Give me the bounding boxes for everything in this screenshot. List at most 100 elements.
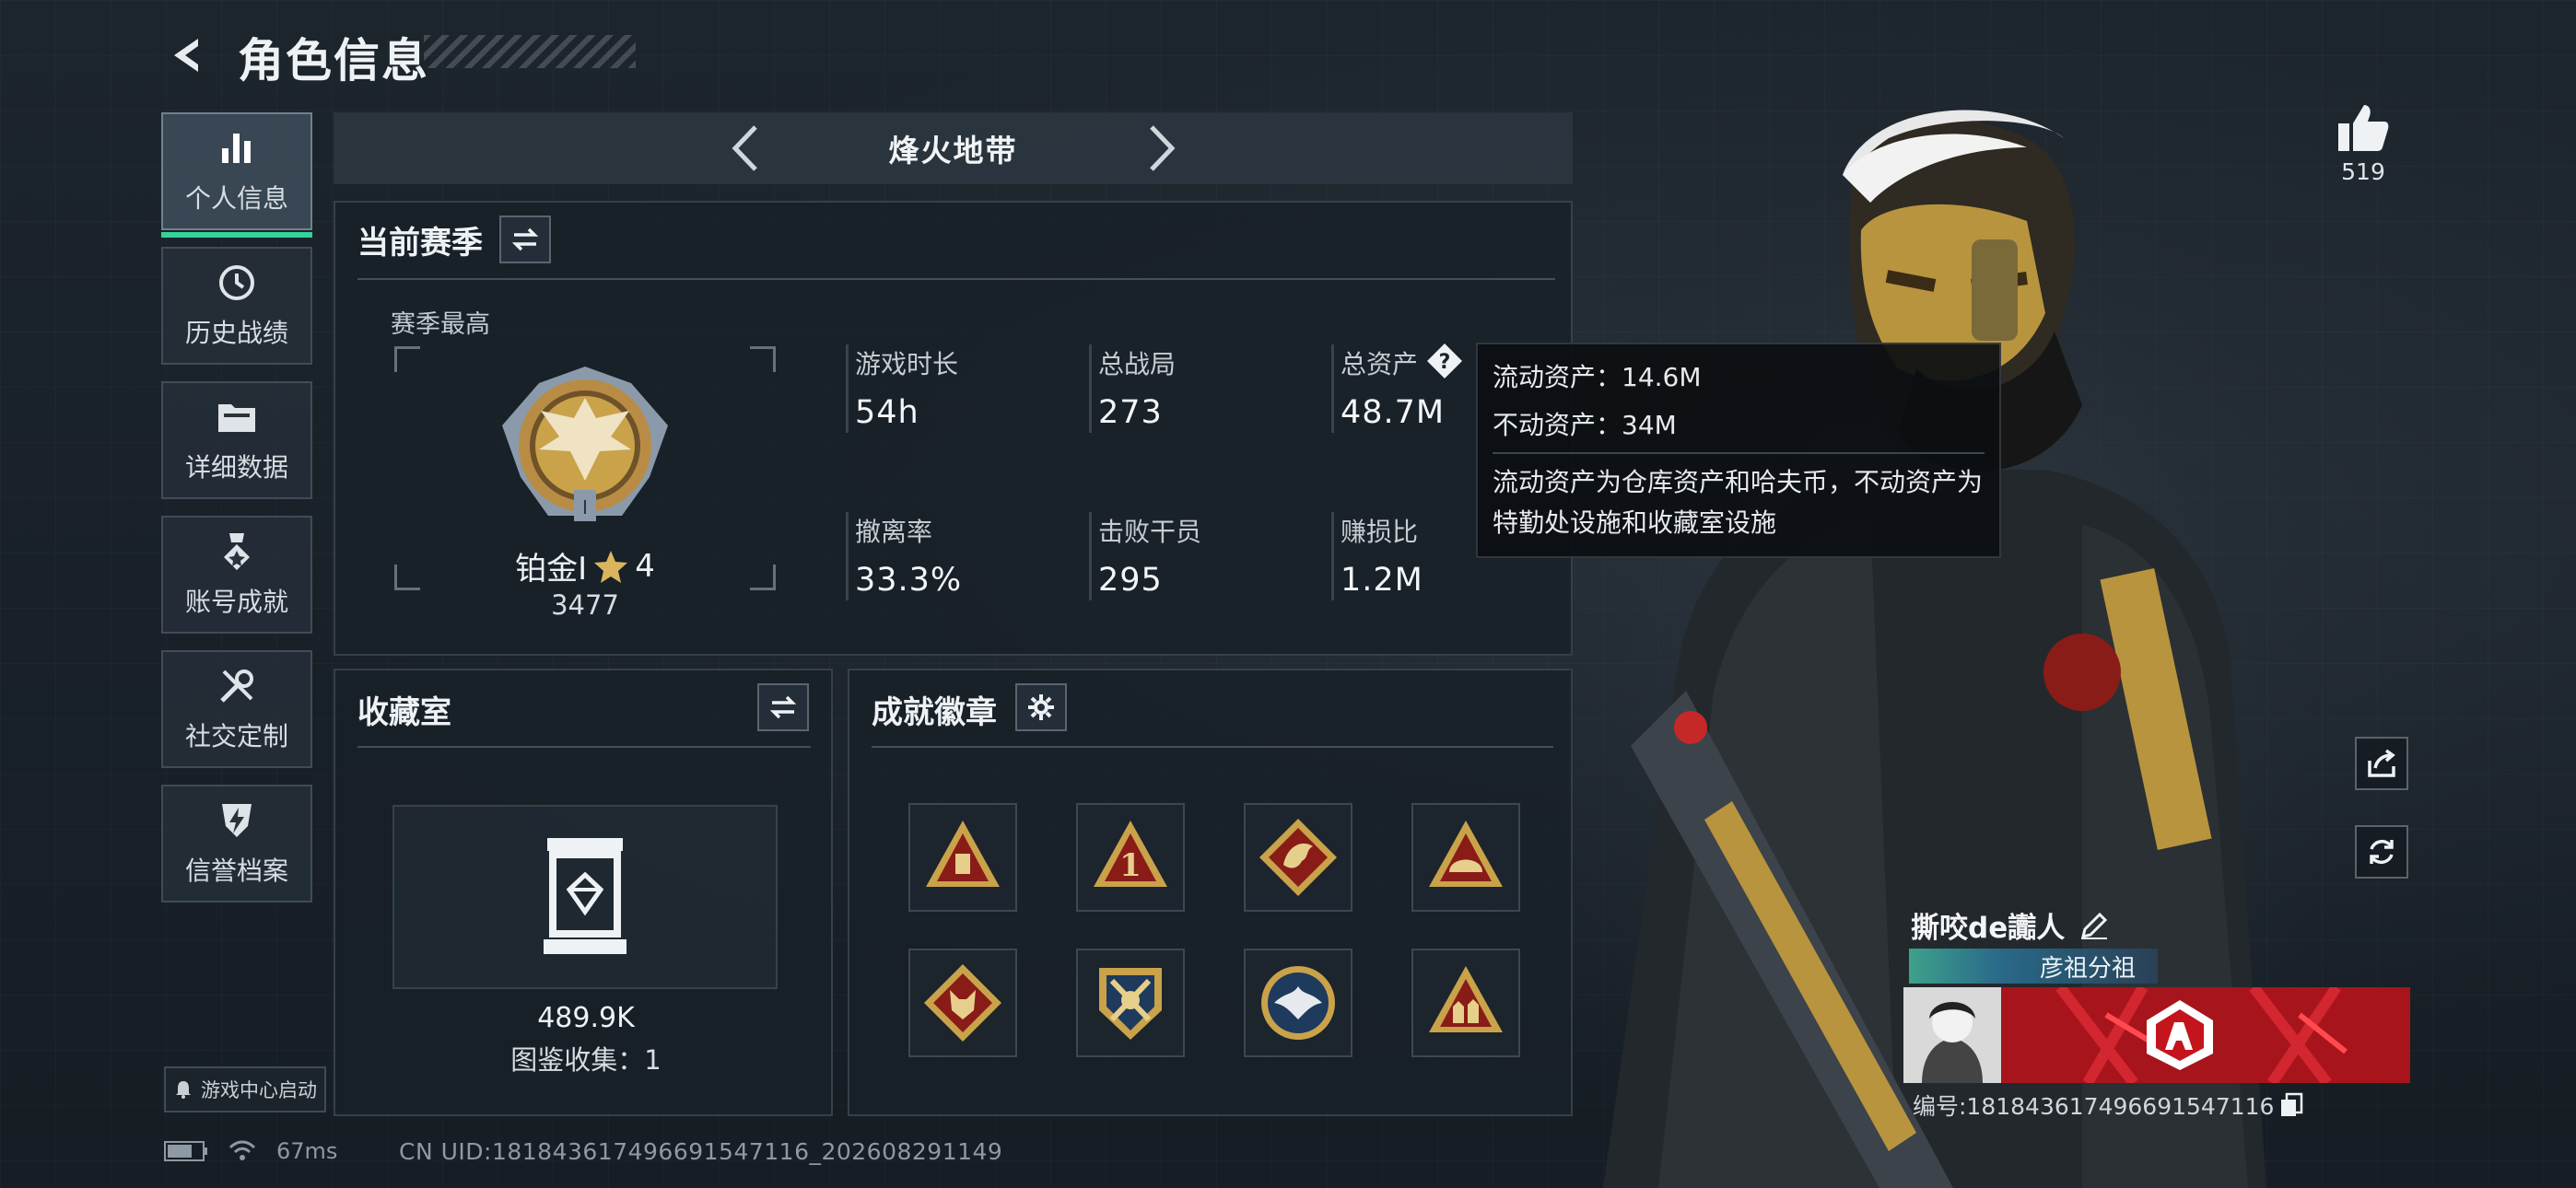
battery-icon: [164, 1141, 207, 1161]
badges-title: 成就徽章: [872, 694, 997, 731]
badge-slot-8[interactable]: [1411, 949, 1520, 1057]
clan-tag: 彦祖分祖: [1909, 949, 2158, 984]
chevron-right-icon: [1150, 125, 1176, 171]
badge-slot-4[interactable]: [1411, 803, 1520, 912]
svg-text:?: ?: [1439, 351, 1451, 374]
tooltip-divider: [1493, 452, 1985, 454]
gear-icon: [1028, 694, 1054, 720]
mode-name: 烽火地带: [888, 133, 1018, 169]
tooltip-liquid-assets: 流动资产：14.6M: [1493, 362, 1702, 392]
svg-text:1: 1: [1119, 847, 1142, 884]
collection-value: 489.9K: [537, 1002, 635, 1034]
mode-prev-button[interactable]: [720, 123, 770, 173]
asset-tooltip: 流动资产：14.6M 不动资产：34M 流动资产为仓库资产和哈夫币，不动资产为特…: [1476, 343, 2001, 558]
star-icon: [594, 550, 628, 583]
sidebar-item-social-custom[interactable]: 社交定制: [161, 650, 312, 768]
folder-icon: [216, 396, 258, 438]
platinum-rank-emblem-icon: I: [502, 367, 668, 521]
badge-slot-7[interactable]: [1244, 949, 1352, 1057]
player-id: 编号:181843617496691547116: [1913, 1093, 2275, 1120]
tooltip-description: 流动资产为仓库资产和哈夫币，不动资产为特勤处设施和收藏室设施: [1493, 467, 1984, 538]
sidebar-item-label: 个人信息: [184, 183, 288, 214]
rank-name: 铂金Ⅰ: [515, 551, 588, 588]
collection-title: 收藏室: [357, 694, 451, 731]
player-avatar: [1903, 987, 2001, 1083]
ping-value: 67ms: [276, 1138, 338, 1164]
launch-label: 游戏中心启动: [201, 1079, 317, 1101]
swap-arrows-icon: [511, 227, 539, 251]
refresh-button[interactable]: [2355, 825, 2408, 879]
rank-title: 铂金Ⅰ 4: [461, 543, 709, 588]
badge-slot-6[interactable]: [1076, 949, 1185, 1057]
copy-icon[interactable]: [2279, 1092, 2303, 1118]
asset-help-icon[interactable]: ?: [1426, 343, 1463, 379]
sidebar-item-achievements[interactable]: 账号成就: [161, 516, 312, 634]
bell-icon: [176, 1081, 191, 1099]
badge-slot-1[interactable]: [908, 803, 1017, 912]
crossed-rifles-badge-icon: [1099, 968, 1162, 1040]
sidebar-item-label: 账号成就: [184, 587, 288, 617]
rank-stars: 4: [635, 547, 655, 585]
vault-card[interactable]: [392, 805, 778, 989]
sidebar-item-label: 社交定制: [184, 721, 288, 751]
dragon-badge-icon: [1259, 819, 1337, 896]
status-bar: 67ms: [164, 1138, 337, 1164]
like-button[interactable]: 519: [2331, 103, 2395, 185]
collection-count: 图鉴收集：1: [510, 1044, 662, 1076]
stat-play-time: 游戏时长 54h: [846, 344, 1085, 433]
badge-slot-2[interactable]: 1: [1076, 803, 1185, 912]
back-button[interactable]: [161, 28, 217, 83]
stat-total-matches: 总战局 273: [1089, 344, 1329, 433]
title-decoration: [424, 35, 636, 68]
badge-slot-3[interactable]: [1244, 803, 1352, 912]
divider: [357, 278, 1555, 280]
wolf-badge-icon: [924, 964, 1001, 1042]
mode-next-button[interactable]: [1137, 123, 1187, 173]
share-icon: [2368, 749, 2395, 777]
swap-arrows-icon: [769, 695, 797, 719]
mode-selector: 烽火地带: [334, 112, 1573, 184]
history-clock-icon: [216, 262, 258, 304]
season-switch-button[interactable]: [499, 215, 551, 263]
sidebar-item-history[interactable]: 历史战绩: [161, 247, 312, 365]
badge-settings-button[interactable]: [1015, 683, 1067, 731]
wrench-screwdriver-icon: [216, 665, 258, 707]
collection-switch-button[interactable]: [757, 683, 809, 731]
medal-icon: [216, 530, 258, 573]
shield-bolt-icon: [216, 799, 258, 842]
helmet-badge-icon: [1429, 821, 1503, 887]
number-one-badge-icon: 1: [1094, 821, 1167, 887]
current-season-title: 当前赛季: [357, 225, 483, 262]
divider: [357, 746, 811, 748]
share-button[interactable]: [2355, 737, 2408, 790]
wifi-icon: [228, 1140, 256, 1160]
sidebar-item-personal-info[interactable]: 个人信息: [161, 112, 312, 238]
bar-chart-icon: [216, 127, 258, 169]
soldiers-badge-icon: [1429, 966, 1503, 1032]
triangle-badge-icon: [926, 821, 1000, 887]
rank-score: 3477: [551, 589, 619, 621]
sidebar-item-label: 历史战绩: [184, 318, 288, 348]
team-logo-icon: [2147, 1000, 2213, 1070]
uid-text: CN UID:181843617496691547116_20260829114…: [399, 1138, 1003, 1165]
sidebar-item-detailed-data[interactable]: 详细数据: [161, 381, 312, 499]
badge-slot-5[interactable]: [908, 949, 1017, 1057]
sidebar-item-label: 详细数据: [184, 452, 288, 483]
back-arrow-icon: [174, 39, 198, 72]
player-name: 撕咬de讟人: [1911, 912, 2066, 945]
game-center-launch-button[interactable]: 游戏中心启动: [164, 1066, 326, 1112]
edit-pencil-icon[interactable]: [2079, 911, 2109, 940]
page-title: 角色信息: [238, 34, 429, 87]
chevron-left-icon: [732, 125, 757, 171]
sidebar-item-credit-record[interactable]: 信誉档案: [161, 785, 312, 903]
refresh-icon: [2370, 839, 2394, 865]
stat-operators-defeated: 击败干员 295: [1089, 512, 1329, 600]
like-count: 519: [2341, 158, 2385, 185]
stat-extraction-rate: 撤离率 33.3%: [846, 512, 1085, 600]
display-case-icon: [544, 838, 626, 954]
svg-text:I: I: [582, 496, 588, 518]
sidebar-item-label: 信誉档案: [184, 856, 288, 886]
thumbs-up-icon: [2338, 105, 2389, 151]
season-best-label: 赛季最高: [391, 310, 490, 339]
player-name-row: 撕咬de讟人: [1911, 904, 2109, 946]
